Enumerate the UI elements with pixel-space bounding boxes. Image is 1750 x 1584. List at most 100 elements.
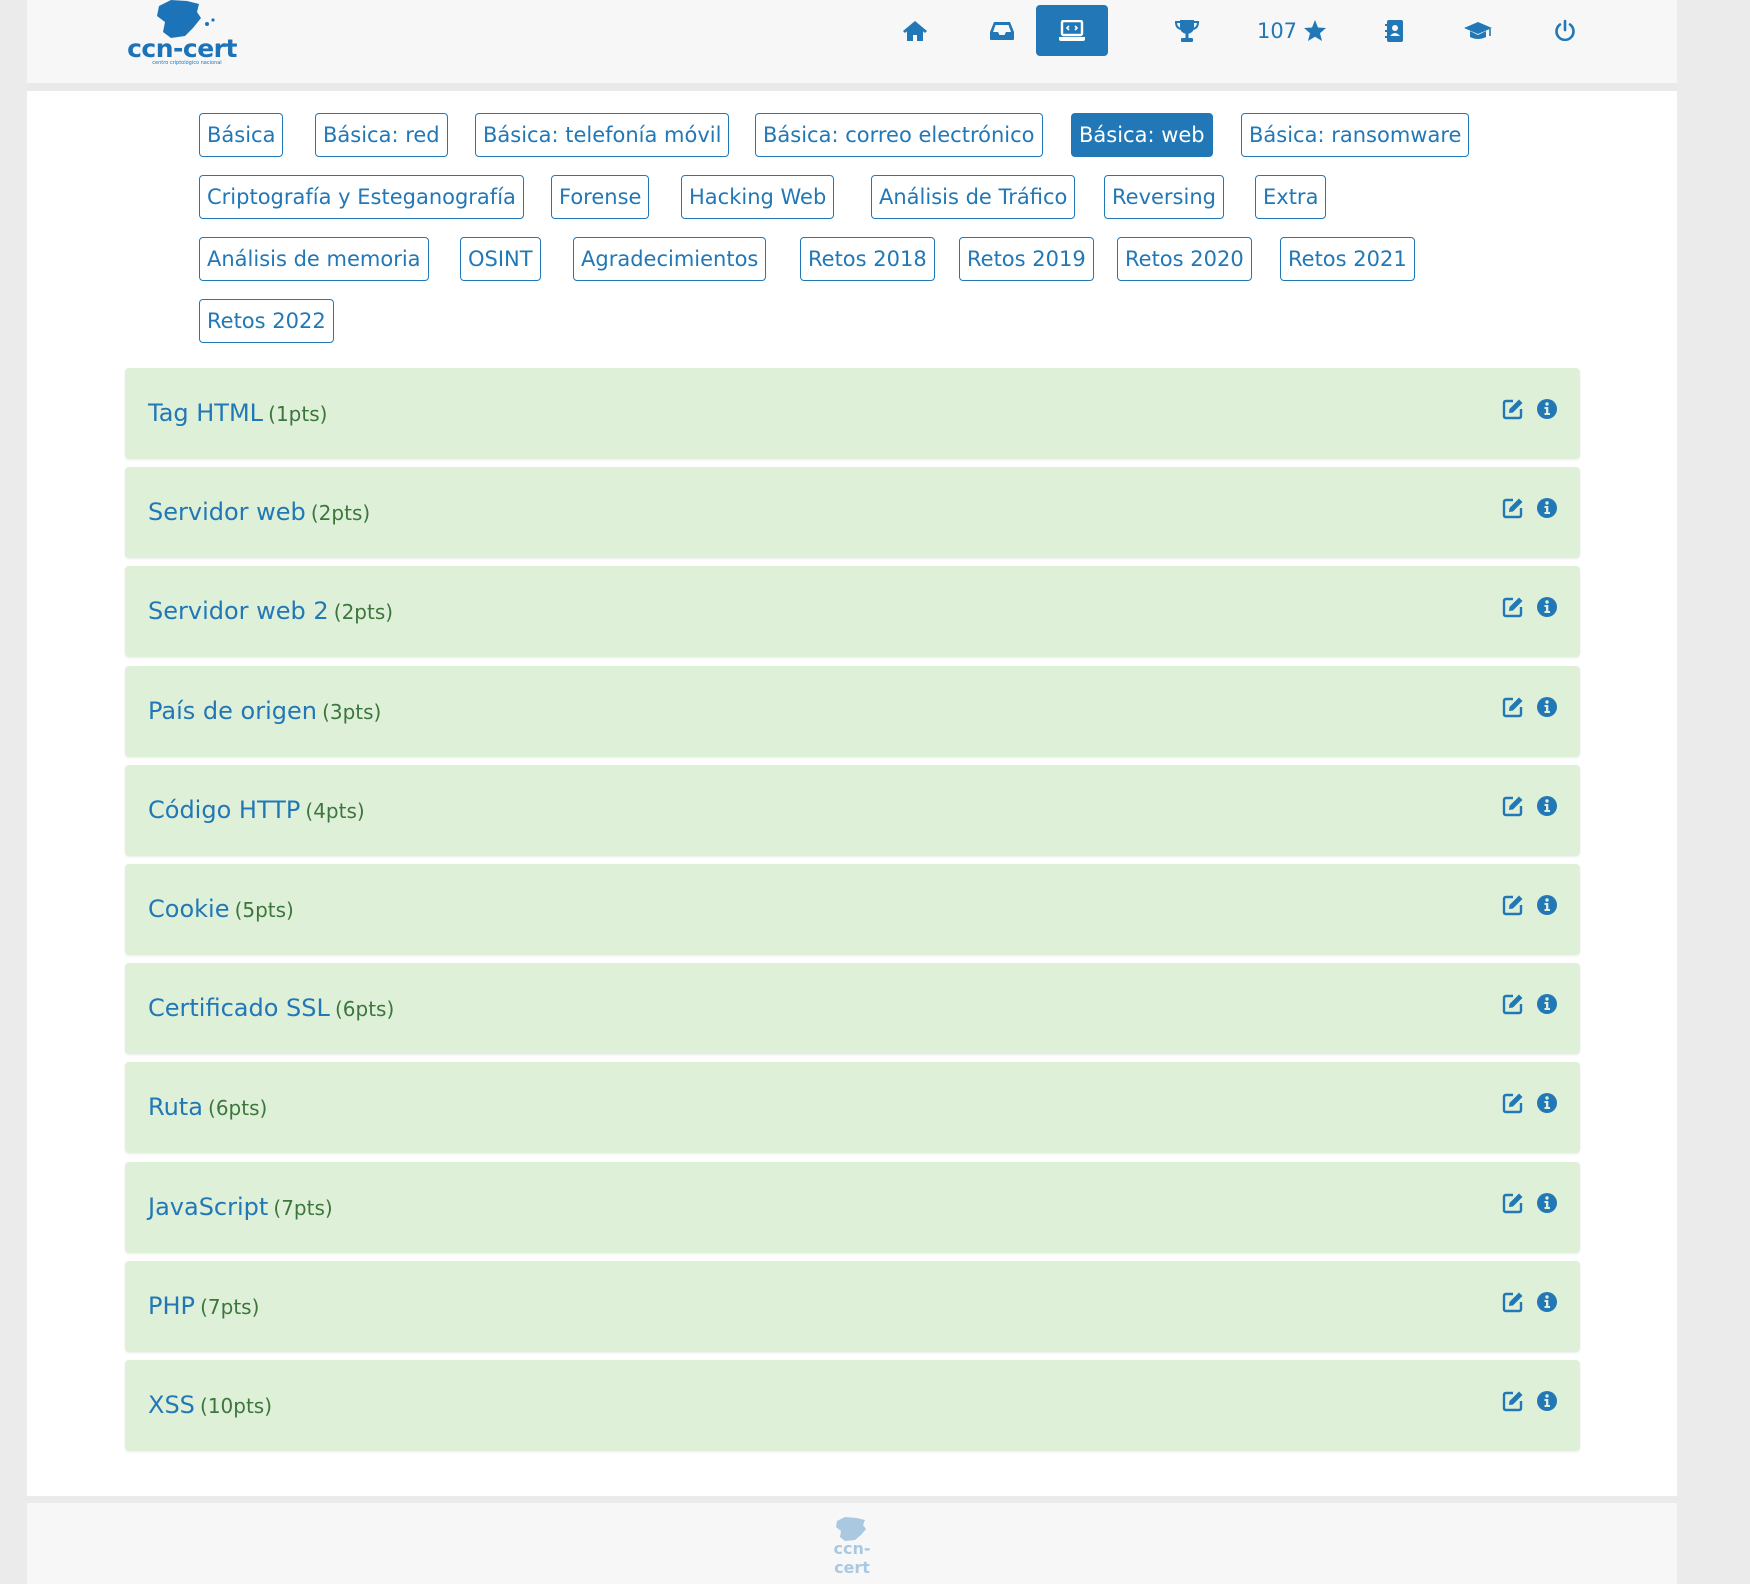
category-analisis-trafico[interactable]: Análisis de Tráfico	[871, 175, 1076, 219]
challenge-points: (2pts)	[310, 501, 371, 525]
footer-logo-text: ccn-cert	[833, 1539, 871, 1577]
category-retos-2021[interactable]: Retos 2021	[1280, 237, 1415, 281]
edit-icon[interactable]	[1502, 497, 1524, 519]
edit-icon[interactable]	[1502, 894, 1524, 916]
info-icon[interactable]	[1536, 1092, 1558, 1114]
challenge-points: (6pts)	[208, 1096, 268, 1120]
nav-ranking[interactable]	[1152, 5, 1222, 56]
category-retos-2020[interactable]: Retos 2020	[1117, 237, 1252, 281]
edit-icon[interactable]	[1502, 398, 1524, 420]
category-agradecimientos[interactable]: Agradecimientos	[573, 237, 767, 281]
nav-inbox[interactable]	[967, 5, 1037, 56]
star-icon	[1304, 20, 1327, 41]
edit-icon[interactable]	[1502, 993, 1524, 1015]
edit-icon[interactable]	[1502, 1291, 1524, 1313]
nav-score[interactable]: 107	[1252, 5, 1332, 56]
challenge-name: PHP	[148, 1292, 195, 1320]
nav-logout[interactable]	[1530, 5, 1600, 56]
challenge-points: (10pts)	[200, 1394, 273, 1418]
challenge-name: JavaScript	[148, 1193, 269, 1221]
challenge-row[interactable]: Tag HTML (1pts)	[125, 368, 1580, 459]
category-basica-web[interactable]: Básica: web	[1071, 113, 1213, 157]
challenge-name: Tag HTML	[148, 399, 264, 427]
inbox-icon	[990, 21, 1014, 40]
challenge-points: (5pts)	[234, 898, 294, 922]
category-hacking-web[interactable]: Hacking Web	[681, 175, 835, 219]
challenge-points: (3pts)	[322, 700, 382, 724]
challenge-name: Servidor web	[148, 498, 306, 526]
category-basica-red[interactable]: Básica: red	[315, 113, 448, 157]
challenge-row[interactable]: PHP (7pts)	[125, 1261, 1580, 1352]
challenge-row[interactable]: Servidor web 2 (2pts)	[125, 566, 1580, 657]
challenge-row[interactable]: País de origen (3pts)	[125, 666, 1580, 757]
info-icon[interactable]	[1536, 398, 1558, 420]
challenge-name: Ruta	[148, 1093, 203, 1121]
category-retos-2022[interactable]: Retos 2022	[199, 299, 334, 343]
info-icon[interactable]	[1536, 596, 1558, 618]
challenge-name: Código HTTP	[148, 796, 301, 824]
challenge-points: (4pts)	[305, 799, 365, 823]
main-content: Básica Básica: red Básica: telefonía móv…	[27, 91, 1677, 1496]
challenge-row[interactable]: Código HTTP (4pts)	[125, 765, 1580, 856]
challenge-row[interactable]: JavaScript (7pts)	[125, 1162, 1580, 1253]
info-icon[interactable]	[1536, 1192, 1558, 1214]
contact-book-icon	[1385, 19, 1403, 42]
info-icon[interactable]	[1536, 894, 1558, 916]
category-basica-correo-electronico[interactable]: Básica: correo electrónico	[755, 113, 1043, 157]
info-icon[interactable]	[1536, 795, 1558, 817]
footer: ccn-cert	[27, 1503, 1677, 1584]
challenge-points: (2pts)	[333, 600, 394, 624]
info-icon[interactable]	[1536, 497, 1558, 519]
edit-icon[interactable]	[1502, 696, 1524, 718]
edit-icon[interactable]	[1502, 1092, 1524, 1114]
laptop-icon	[1059, 19, 1085, 41]
footer-logo: ccn-cert	[817, 1515, 887, 1577]
category-forense[interactable]: Forense	[551, 175, 650, 219]
info-icon[interactable]	[1536, 696, 1558, 718]
category-basica-telefonia-movil[interactable]: Básica: telefonía móvil	[475, 113, 730, 157]
challenge-name: Cookie	[148, 895, 230, 923]
category-osint[interactable]: OSINT	[460, 237, 541, 281]
nav-training[interactable]	[1443, 5, 1513, 56]
edit-icon[interactable]	[1502, 1390, 1524, 1412]
score-value: 107	[1256, 18, 1298, 43]
challenge-row[interactable]: XSS (10pts)	[125, 1360, 1580, 1451]
graduation-cap-icon	[1464, 21, 1492, 39]
nav-contacts[interactable]	[1360, 5, 1430, 56]
category-retos-2018[interactable]: Retos 2018	[800, 237, 935, 281]
info-icon[interactable]	[1536, 1291, 1558, 1313]
edit-icon[interactable]	[1502, 795, 1524, 817]
category-reversing[interactable]: Reversing	[1104, 175, 1224, 219]
challenge-name: País de origen	[148, 697, 317, 725]
power-icon	[1555, 19, 1575, 41]
nav-home[interactable]	[880, 5, 950, 56]
challenge-row[interactable]: Cookie (5pts)	[125, 864, 1580, 955]
challenge-points: (1pts)	[268, 402, 328, 426]
category-analisis-memoria[interactable]: Análisis de memoria	[199, 237, 429, 281]
category-retos-2019[interactable]: Retos 2019	[959, 237, 1094, 281]
category-criptografia[interactable]: Criptografía y Esteganografía	[199, 175, 524, 219]
logo-text: ccn-cert	[127, 34, 237, 63]
top-navbar: ccn-cert centro criptológico nacional 10…	[27, 0, 1677, 91]
challenge-row[interactable]: Certificado SSL (6pts)	[125, 963, 1580, 1054]
challenge-points: (7pts)	[273, 1196, 333, 1220]
category-extra[interactable]: Extra	[1255, 175, 1327, 219]
ccn-cert-logo[interactable]: ccn-cert centro criptológico nacional	[127, 0, 237, 72]
info-icon[interactable]	[1536, 1390, 1558, 1412]
edit-icon[interactable]	[1502, 596, 1524, 618]
challenge-points: (6pts)	[334, 997, 395, 1021]
nav-challenges[interactable]	[1036, 5, 1108, 56]
category-basica-ransomware[interactable]: Básica: ransomware	[1241, 113, 1470, 157]
challenge-row[interactable]: Servidor web (2pts)	[125, 467, 1580, 558]
challenge-row[interactable]: Ruta (6pts)	[125, 1062, 1580, 1153]
info-icon[interactable]	[1536, 993, 1558, 1015]
logo-subtitle: centro criptológico nacional	[152, 60, 222, 66]
category-basica[interactable]: Básica	[199, 113, 284, 157]
edit-icon[interactable]	[1502, 1192, 1524, 1214]
trophy-icon	[1174, 19, 1200, 42]
home-icon	[903, 20, 927, 41]
challenge-points: (7pts)	[200, 1295, 260, 1319]
challenge-name: Certificado SSL	[148, 994, 330, 1022]
challenge-name: Servidor web 2	[148, 597, 329, 625]
challenge-name: XSS	[148, 1391, 195, 1419]
